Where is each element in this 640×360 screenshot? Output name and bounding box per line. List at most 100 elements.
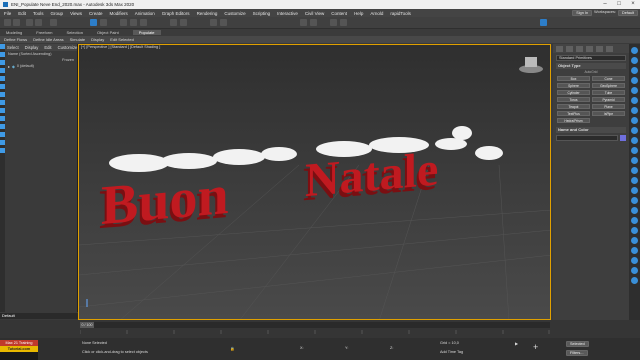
tool-icon[interactable] xyxy=(631,177,638,184)
ispipe-button[interactable]: IsPipe xyxy=(592,111,625,116)
filters-button[interactable]: Filters... xyxy=(566,350,588,356)
lock-icon[interactable]: 🔒 xyxy=(230,346,235,351)
select-object-icon[interactable] xyxy=(90,19,97,26)
tool-icon[interactable] xyxy=(631,187,638,194)
minimize-button[interactable]: – xyxy=(598,0,612,9)
define-flows-button[interactable]: Define Flows xyxy=(4,37,27,42)
viewport-label[interactable]: [+] [Perspective ] [Standard ] [Default … xyxy=(81,45,160,49)
add-key-icon[interactable]: + xyxy=(533,342,538,352)
select-by-name-icon[interactable] xyxy=(100,19,107,26)
tool-icon[interactable] xyxy=(631,237,638,244)
undo-icon[interactable] xyxy=(4,19,11,26)
menu-modifiers[interactable]: Modifiers xyxy=(110,11,128,16)
object-color-swatch[interactable] xyxy=(620,135,626,141)
3d-text-buon[interactable]: Buon xyxy=(101,164,229,237)
object-name-input[interactable] xyxy=(556,135,618,141)
scene-tab-display[interactable]: Display xyxy=(25,45,39,50)
tool-icon[interactable] xyxy=(631,167,638,174)
textplus-button[interactable]: TextPlus xyxy=(557,111,590,116)
redo-icon[interactable] xyxy=(13,19,20,26)
utilities-tab-icon[interactable] xyxy=(606,46,613,52)
tool-icon[interactable] xyxy=(631,247,638,254)
menu-customize[interactable]: Customize xyxy=(224,11,245,16)
tab-modeling[interactable]: Modeling xyxy=(6,30,22,35)
tab-populate[interactable]: Populate xyxy=(132,30,161,35)
modify-tab-icon[interactable] xyxy=(566,46,573,52)
tool-icon[interactable] xyxy=(631,127,638,134)
move-icon[interactable] xyxy=(120,19,127,26)
hierarchy-tab-icon[interactable] xyxy=(576,46,583,52)
scene-tab-select[interactable]: Select xyxy=(7,45,19,50)
scale-icon[interactable] xyxy=(140,19,147,26)
maximize-button[interactable]: □ xyxy=(612,0,626,9)
scene-root-item[interactable]: 0 (default) xyxy=(17,64,34,69)
add-time-tag-button[interactable]: Add Time Tag xyxy=(440,350,463,354)
torus-button[interactable]: Torus xyxy=(557,97,590,102)
tool-icon[interactable] xyxy=(631,147,638,154)
tube-button[interactable]: Tube xyxy=(592,90,625,95)
cylinder-button[interactable]: Cylinder xyxy=(557,90,590,95)
hedra-button[interactable]: Hedra/Prism xyxy=(557,118,590,123)
sphere-button[interactable]: Sphere xyxy=(557,83,590,88)
perspective-viewport[interactable]: [+] [Perspective ] [Standard ] [Default … xyxy=(78,44,551,320)
align-icon[interactable] xyxy=(220,19,227,26)
name-color-rollout[interactable]: Name and Color xyxy=(556,127,626,133)
create-tab-icon[interactable] xyxy=(556,46,563,52)
rotate-icon[interactable] xyxy=(130,19,137,26)
tool-icon[interactable] xyxy=(631,157,638,164)
motion-tab-icon[interactable] xyxy=(586,46,593,52)
unlink-icon[interactable] xyxy=(35,19,42,26)
object-type-rollout[interactable]: Object Type xyxy=(556,63,626,69)
tool-icon[interactable] xyxy=(631,197,638,204)
tool-icon[interactable] xyxy=(631,77,638,84)
tool-icon[interactable] xyxy=(631,47,638,54)
menu-file[interactable]: File xyxy=(4,11,11,16)
tool-icon[interactable] xyxy=(631,257,638,264)
frozen-header[interactable]: Frozen xyxy=(62,58,74,62)
frame-ruler[interactable] xyxy=(80,330,550,336)
key-filter-select[interactable]: Selected xyxy=(566,341,589,347)
menu-tools[interactable]: Tools xyxy=(33,11,44,16)
mirror-icon[interactable] xyxy=(210,19,217,26)
render-setup-icon[interactable] xyxy=(330,19,337,26)
menu-create[interactable]: Create xyxy=(89,11,103,16)
menu-content[interactable]: Content xyxy=(331,11,347,16)
menu-interactive[interactable]: Interactive xyxy=(277,11,298,16)
tool-icon[interactable] xyxy=(631,227,638,234)
tool-icon[interactable] xyxy=(631,117,638,124)
snap-icon[interactable] xyxy=(170,19,177,26)
selection-filter-icon[interactable] xyxy=(50,19,57,26)
display-tab-icon[interactable] xyxy=(596,46,603,52)
tool-icon[interactable] xyxy=(631,97,638,104)
material-editor-icon[interactable] xyxy=(310,19,317,26)
tool-icon[interactable] xyxy=(631,57,638,64)
time-slider[interactable]: 0 / 100 xyxy=(80,322,550,328)
sort-header[interactable]: Name (Sorted Ascending) xyxy=(8,52,51,56)
close-button[interactable]: × xyxy=(626,0,640,9)
layer-field[interactable]: Default xyxy=(0,313,78,319)
pyramid-button[interactable]: Pyramid xyxy=(592,97,625,102)
simulate-button[interactable]: Simulate xyxy=(70,37,86,42)
menu-rapidtools[interactable]: rapidTools xyxy=(390,11,411,16)
tool-icon[interactable] xyxy=(631,87,638,94)
menu-edit[interactable]: Edit xyxy=(18,11,26,16)
menu-views[interactable]: Views xyxy=(70,11,82,16)
display-button[interactable]: Display xyxy=(91,37,104,42)
teapot-button[interactable]: Teapot xyxy=(557,104,590,109)
menu-animation[interactable]: Animation xyxy=(135,11,155,16)
menu-help[interactable]: Help xyxy=(354,11,363,16)
primitive-type-select[interactable]: Standard Primitives xyxy=(556,55,626,61)
play-icon[interactable]: ▶ xyxy=(515,341,518,346)
workspace-select[interactable]: Default xyxy=(617,10,638,16)
box-button[interactable]: Box xyxy=(557,76,590,81)
expand-icon[interactable]: ▸ xyxy=(8,64,10,69)
angle-snap-icon[interactable] xyxy=(180,19,187,26)
tool-icon[interactable] xyxy=(631,67,638,74)
project-icon[interactable] xyxy=(540,19,547,26)
edit-selected-button[interactable]: Edit Selected xyxy=(110,37,134,42)
menu-scripting[interactable]: Scripting xyxy=(253,11,271,16)
link-icon[interactable] xyxy=(26,19,33,26)
sign-in-button[interactable]: Sign In xyxy=(572,10,593,16)
menu-group[interactable]: Group xyxy=(51,11,64,16)
geosphere-button[interactable]: GeoSphere xyxy=(592,83,625,88)
